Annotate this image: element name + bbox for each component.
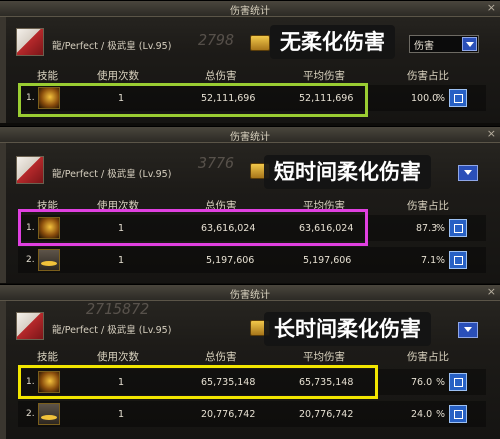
window-titlebar[interactable]: 伤害统计 × [0,1,500,17]
header-pct: 伤害占比 [407,351,449,363]
chevron-down-icon[interactable] [462,37,477,51]
background-damage-text: 2798 [198,31,235,49]
row-pct-unit: % [436,255,446,266]
row-pct: 76.0 [411,377,433,388]
share-icon[interactable] [449,251,467,269]
row-total: 20,776,742 [201,409,256,420]
header-avg: 平均伤害 [303,351,345,363]
window-title: 伤害统计 [230,290,270,301]
row-total: 5,197,606 [206,255,255,266]
dropdown-value: 伤害 [414,41,434,52]
window-titlebar[interactable]: 伤害统计 × [0,127,500,143]
player-name: 龍/Perfect / 极武皇 (Lv.95) [52,41,172,52]
overlay-label: 短时间柔化伤害 [264,155,431,189]
row-pct-unit: % [436,223,446,234]
share-icon[interactable] [449,219,467,237]
panel-left-frame [0,143,6,283]
row-count: 1 [118,255,125,266]
header-skill: 技能 [37,70,58,82]
row-avg: 5,197,606 [303,255,352,266]
window-title: 伤害统计 [230,6,270,17]
skill-icon [38,403,60,425]
row-pct-unit: % [436,377,446,388]
header-pct: 伤害占比 [407,200,449,212]
close-icon[interactable]: × [487,285,496,298]
damage-stats-panel-1: 伤害统计 × 龍/Perfect / 极武皇 (Lv.95) 2798 无柔化伤… [0,0,500,123]
panel-left-frame [0,17,6,123]
share-icon[interactable] [449,405,467,423]
row-pct-unit: % [436,409,446,420]
row-rank: 2. [26,409,35,419]
row-rank: 2. [26,255,35,265]
chevron-down-icon[interactable] [458,165,478,181]
share-icon[interactable] [449,89,467,107]
row-pct: 24.0 [411,409,433,420]
player-avatar [16,28,44,56]
damage-stats-panel-2: 伤害统计 × 龍/Perfect / 极武皇 (Lv.95) 3776 短时间柔… [0,126,500,283]
close-icon[interactable]: × [487,127,496,140]
header-skill: 技能 [37,351,58,363]
header-total: 总伤害 [205,351,237,363]
share-icon[interactable] [449,373,467,391]
row-pct-unit: % [436,93,446,104]
row-avg: 20,776,742 [299,409,354,420]
highlight-box [18,83,368,117]
header-avg: 平均伤害 [303,70,345,82]
close-icon[interactable]: × [487,1,496,14]
header-total: 总伤害 [205,70,237,82]
player-avatar [16,156,44,184]
row-pct: 87.3 [416,223,438,234]
window-title: 伤害统计 [230,132,270,143]
header-uses: 使用次数 [97,70,139,82]
player-name: 龍/Perfect / 极武皇 (Lv.95) [52,169,172,180]
chevron-down-icon[interactable] [458,322,478,338]
stat-type-dropdown[interactable]: 伤害 [409,35,479,53]
background-damage-text: 3776 [198,154,235,172]
player-name: 龍/Perfect / 极武皇 (Lv.95) [52,325,172,336]
table-row[interactable]: 2. 1 20,776,742 20,776,742 24.0 % [18,401,486,427]
highlight-box [18,365,378,399]
damage-stats-panel-3: 伤害统计 × 2715872 龍/Perfect / 极武皇 (Lv.95) 长… [0,284,500,439]
skill-icon [38,249,60,271]
overlay-label: 长时间柔化伤害 [264,312,431,346]
row-pct: 7.1 [421,255,437,266]
window-titlebar[interactable]: 伤害统计 × [0,285,500,301]
highlight-box [18,209,368,246]
row-pct: 100.0 [411,93,439,104]
row-count: 1 [118,409,125,420]
header-uses: 使用次数 [97,351,139,363]
panel-left-frame [0,301,6,439]
table-row[interactable]: 2. 1 5,197,606 5,197,606 7.1 % [18,247,486,273]
overlay-label: 无柔化伤害 [270,25,395,59]
player-avatar [16,312,44,340]
background-damage-text: 2715872 [86,300,150,318]
header-pct: 伤害占比 [407,70,449,82]
book-icon [250,35,270,51]
